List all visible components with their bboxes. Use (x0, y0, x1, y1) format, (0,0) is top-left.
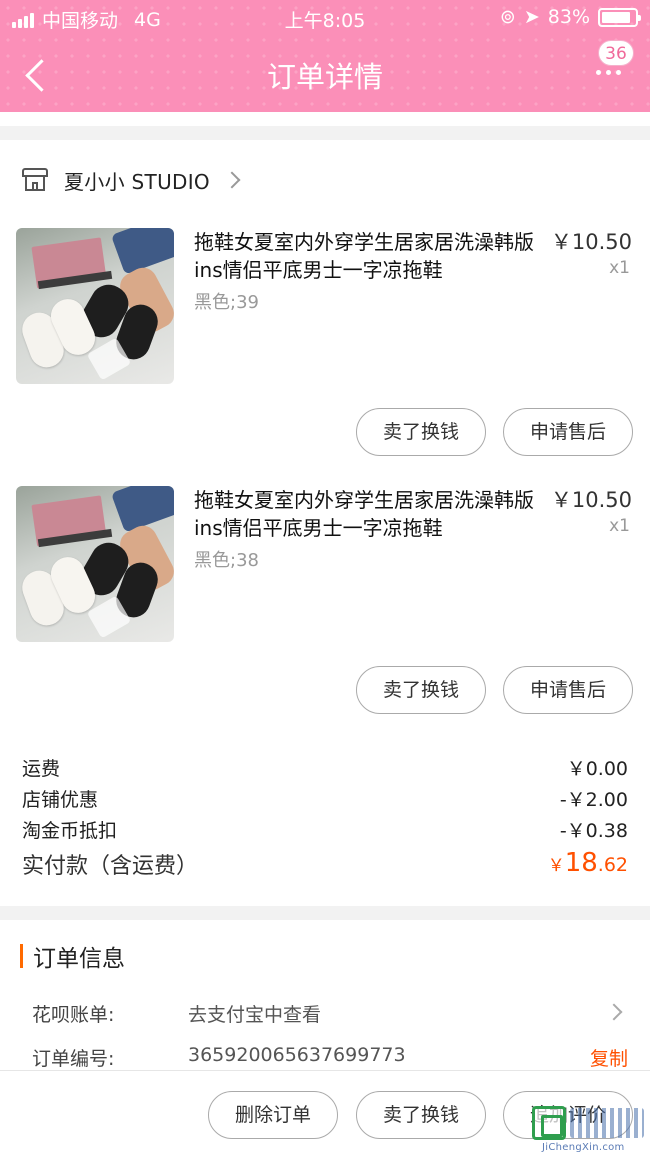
fee-value: ￥0.00 (566, 758, 628, 780)
battery-icon (598, 7, 641, 27)
message-count-badge: 36 (598, 40, 634, 66)
product-price: ￥10.50 (550, 230, 632, 254)
more-menu-button[interactable]: 36 (590, 40, 636, 90)
apply-after-sales-button[interactable]: 申请售后 (503, 408, 633, 456)
fee-value: -￥0.38 (559, 820, 628, 842)
product-thumbnail[interactable] (16, 486, 174, 642)
order-number-label: 订单编号: (32, 1048, 115, 1070)
fee-label: 淘金币抵扣 (22, 820, 118, 842)
product-title[interactable]: 拖鞋女夏室内外穿学生居家居洗澡韩版ins情侣平底男士一字凉拖鞋 (194, 228, 546, 284)
watermark-chars (570, 1108, 644, 1138)
fee-row-coin-deduction: 淘金币抵扣 -￥0.38 (22, 816, 628, 846)
shop-name: 夏小小 STUDIO (64, 169, 210, 194)
rotation-lock-icon: ⊚ (499, 6, 516, 28)
chevron-right-icon (223, 171, 241, 189)
status-right: ⊚ ➤ 83% (492, 6, 641, 28)
battery-percent: 83% (547, 6, 590, 28)
product-quantity: x1 (609, 258, 630, 278)
order-number-value: 365920065637699773 (188, 1044, 406, 1066)
watermark-logo: JiChengXin.com (532, 1106, 644, 1153)
shop-order-card: 夏小小 STUDIO 拖鞋女夏室内外穿学生居家居洗澡韩版ins情侣平底男士一字凉… (0, 140, 650, 906)
huabei-label: 花呗账单: (32, 1004, 115, 1026)
total-currency: ￥ (547, 856, 565, 876)
order-info-heading: 订单信息 (20, 940, 125, 972)
fee-label: 店铺优惠 (22, 789, 99, 811)
copy-button[interactable]: 复制 (590, 1044, 628, 1071)
shop-header[interactable]: 夏小小 STUDIO (22, 164, 241, 196)
order-item: 拖鞋女夏室内外穿学生居家居洗澡韩版ins情侣平底男士一字凉拖鞋 黑色;39 ￥1… (0, 228, 650, 458)
chevron-right-icon (605, 1003, 623, 1021)
huabei-value: 去支付宝中查看 (188, 1004, 322, 1026)
fee-row-shipping: 运费 ￥0.00 (22, 754, 628, 784)
fee-row-shop-discount: 店铺优惠 -￥2.00 (22, 785, 628, 815)
fee-label: 运费 (22, 758, 61, 780)
header: 中国移动 4G 上午8:05 ⊚ ➤ 83% 订单详情 36 (0, 0, 650, 112)
sell-for-cash-button[interactable]: 卖了换钱 (356, 1091, 486, 1139)
page-title: 订单详情 (266, 60, 383, 94)
heading-accent-bar (20, 944, 23, 968)
product-sku: 黑色;39 (194, 292, 259, 313)
product-quantity: x1 (609, 516, 630, 536)
watermark-box-icon (532, 1106, 566, 1140)
more-dots-icon (596, 70, 626, 75)
total-decimal: .62 (597, 854, 628, 876)
huabei-row[interactable]: 花呗账单: 去支付宝中查看 (32, 1000, 628, 1030)
apply-after-sales-button[interactable]: 申请售后 (503, 666, 633, 714)
top-divider-strip (0, 112, 650, 126)
location-arrow-icon: ➤ (523, 6, 540, 28)
shop-icon (22, 168, 48, 192)
nav-bar: 订单详情 36 (0, 38, 650, 112)
sell-for-cash-button[interactable]: 卖了换钱 (356, 666, 486, 714)
product-title[interactable]: 拖鞋女夏室内外穿学生居家居洗澡韩版ins情侣平底男士一字凉拖鞋 (194, 486, 546, 542)
total-label: 实付款（含运费） (22, 854, 199, 879)
total-amount: ￥18.62 (548, 848, 628, 878)
order-item: 拖鞋女夏室内外穿学生居家居洗澡韩版ins情侣平底男士一字凉拖鞋 黑色;38 ￥1… (0, 486, 650, 716)
sell-for-cash-button[interactable]: 卖了换钱 (356, 408, 486, 456)
status-bar: 中国移动 4G 上午8:05 ⊚ ➤ 83% (0, 0, 650, 38)
product-sku: 黑色;38 (194, 550, 259, 571)
product-price: ￥10.50 (550, 488, 632, 512)
watermark-url: JiChengXin.com (542, 1142, 625, 1153)
fee-value: -￥2.00 (559, 789, 628, 811)
order-info-title: 订单信息 (33, 946, 125, 972)
total-paid-row: 实付款（含运费） ￥18.62 (22, 848, 628, 884)
total-integer: 18 (564, 848, 598, 878)
product-thumbnail[interactable] (16, 228, 174, 384)
delete-order-button[interactable]: 删除订单 (208, 1091, 338, 1139)
